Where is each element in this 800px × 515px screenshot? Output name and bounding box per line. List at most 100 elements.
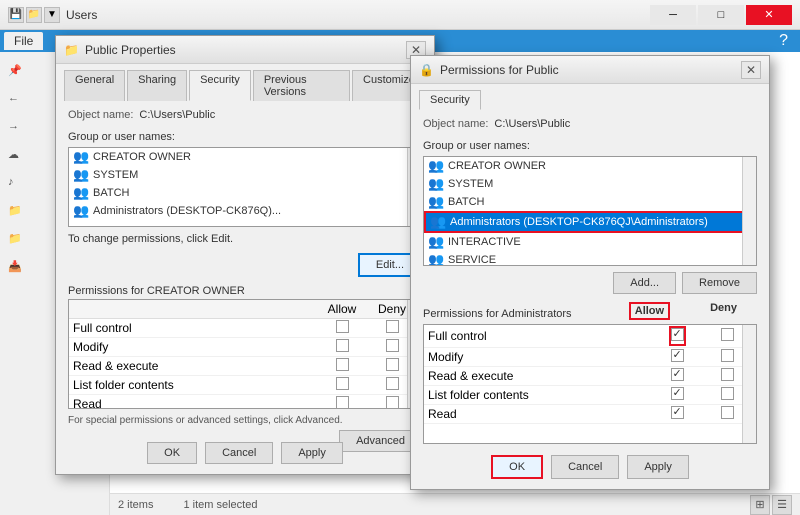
pub-allow-full[interactable] [336, 320, 349, 333]
pub-deny-full[interactable] [386, 320, 399, 333]
perm-cancel-button[interactable]: Cancel [551, 455, 619, 479]
status-items: 2 items [118, 499, 153, 511]
pub-user-system[interactable]: 👥 SYSTEM [69, 166, 421, 184]
pub-perm-full-control: Full control [69, 319, 421, 338]
pub-allow-list[interactable] [336, 377, 349, 390]
perm-deny-read-execute[interactable] [721, 368, 734, 381]
perm-row-modify: Modify [424, 348, 756, 367]
tab-general[interactable]: General [64, 70, 125, 101]
pub-deny-list[interactable] [386, 377, 399, 390]
public-properties-dialog: 📁 Public Properties ✕ General Sharing Se… [55, 35, 435, 475]
perm-user-creator-owner[interactable]: 👥 CREATOR OWNER [424, 157, 756, 175]
pub-change-note: To change permissions, click Edit. [68, 233, 422, 245]
pub-allow-modify[interactable] [336, 339, 349, 352]
user-icon: 👥 [430, 215, 446, 229]
close-button[interactable]: ✕ [746, 5, 792, 25]
pub-ok-button[interactable]: OK [147, 442, 197, 464]
perm-dialog-close[interactable]: ✕ [741, 61, 761, 79]
perm-dialog-title-bar: 🔒 Permissions for Public ✕ [411, 56, 769, 84]
pub-deny-read-execute[interactable] [386, 358, 399, 371]
pub-user-administrators[interactable]: 👥 Administrators (DESKTOP-CK876Q)... [69, 202, 421, 220]
perm-row-read-execute: Read & execute [424, 367, 756, 386]
pub-deny-read[interactable] [386, 396, 399, 409]
pub-object-value: C:\Users\Public [139, 109, 215, 121]
pub-perm-list: List folder contents [69, 376, 421, 395]
perm-user-batch[interactable]: 👥 BATCH [424, 193, 756, 211]
perm-dialog-lock-icon: 🔒 [419, 63, 434, 77]
perm-add-remove-row: Add... Remove [423, 272, 757, 294]
user-icon: 👥 [73, 168, 89, 182]
pub-change-note-text: To change permissions, click Edit. [68, 233, 233, 245]
perm-user-interactive[interactable]: 👥 INTERACTIVE [424, 233, 756, 251]
perm-remove-button[interactable]: Remove [682, 272, 757, 294]
pub-dialog-content: Object name: C:\Users\Public Group or us… [56, 101, 434, 460]
pub-allow-read[interactable] [336, 396, 349, 409]
perm-allow-list[interactable] [671, 387, 684, 400]
pub-user-batch[interactable]: 👥 BATCH [69, 184, 421, 202]
user-icon: 👥 [428, 195, 444, 209]
perm-row-list: List folder contents [424, 386, 756, 405]
user-icon: 👥 [428, 235, 444, 249]
perm-user-administrators[interactable]: 👥 Administrators (DESKTOP-CK876QJ\Admini… [424, 211, 756, 233]
perm-ok-button[interactable]: OK [491, 455, 543, 479]
perm-tab-security[interactable]: Security [419, 90, 481, 110]
perm-perm-scrollbar[interactable] [742, 325, 756, 443]
perm-user-list-scrollbar[interactable] [742, 157, 756, 265]
pub-advanced-note: For special permissions or advanced sett… [68, 415, 422, 426]
perm-user-system[interactable]: 👥 SYSTEM [424, 175, 756, 193]
pub-perm-modify: Modify [69, 338, 421, 357]
perm-user-list[interactable]: 👥 CREATOR OWNER 👥 SYSTEM 👥 BATCH 👥 Admin… [423, 156, 757, 266]
pub-allow-read-execute[interactable] [336, 358, 349, 371]
pub-permissions-label: Permissions for CREATOR OWNER [68, 285, 422, 297]
perm-apply-button[interactable]: Apply [627, 455, 689, 479]
pub-cancel-button[interactable]: Cancel [205, 442, 273, 464]
pub-deny-modify[interactable] [386, 339, 399, 352]
perm-dialog-title: Permissions for Public [440, 63, 559, 77]
toolbar-icon-down[interactable]: ▼ [44, 7, 60, 23]
permissions-dialog: 🔒 Permissions for Public ✕ Security Obje… [410, 55, 770, 490]
perm-deny-full[interactable] [721, 328, 734, 341]
perm-add-button[interactable]: Add... [613, 272, 676, 294]
toolbar-icon-save[interactable]: 💾 [8, 7, 24, 23]
explorer-window: 💾 📁 ▼ Users ─ □ ✕ File ? 📌 ← → ☁ ♪ 📁 📁 📥 [0, 0, 800, 515]
pub-user-creator-owner[interactable]: 👥 CREATOR OWNER [69, 148, 421, 166]
perm-dialog-buttons: OK Cancel Apply [411, 455, 769, 479]
pub-apply-button[interactable]: Apply [281, 442, 343, 464]
view-icon-list[interactable]: ☰ [772, 495, 792, 515]
perm-deny-list[interactable] [721, 387, 734, 400]
help-icon[interactable]: ? [779, 32, 788, 50]
view-icon-grid[interactable]: ⊞ [750, 495, 770, 515]
perm-allow-modify[interactable] [671, 349, 684, 362]
pub-user-system-label: SYSTEM [93, 169, 138, 181]
perm-object-value: C:\Users\Public [494, 118, 570, 130]
perm-row-read: Read [424, 405, 756, 424]
perm-deny-modify[interactable] [721, 349, 734, 362]
perm-row-full-control: Full control [424, 325, 756, 348]
pub-object-label: Object name: [68, 109, 133, 121]
pub-user-list[interactable]: 👥 CREATOR OWNER 👥 SYSTEM 👥 BATCH 👥 Admin… [68, 147, 422, 227]
perm-deny-read[interactable] [721, 406, 734, 419]
minimize-button[interactable]: ─ [650, 5, 696, 25]
tab-security[interactable]: Security [189, 70, 251, 101]
pub-perm-header-allow: Allow [317, 302, 367, 316]
perm-user-service[interactable]: 👥 SERVICE [424, 251, 756, 266]
pub-dialog-buttons: OK Cancel Apply [56, 442, 434, 464]
pub-perm-header-name [73, 302, 317, 316]
toolbar-icon-folder[interactable]: 📁 [26, 7, 42, 23]
pub-user-batch-label: BATCH [93, 187, 129, 199]
pub-dialog-title-bar: 📁 Public Properties ✕ [56, 36, 434, 64]
perm-object-name-row: Object name: C:\Users\Public [423, 118, 757, 130]
pub-user-creator-owner-label: CREATOR OWNER [93, 151, 191, 163]
window-title: Users [66, 8, 97, 22]
file-tab[interactable]: File [4, 32, 43, 50]
user-icon: 👥 [428, 159, 444, 173]
user-icon: 👥 [428, 253, 444, 266]
perm-allow-full[interactable] [671, 328, 684, 341]
pub-group-label: Group or user names: [68, 131, 422, 143]
perm-allow-read[interactable] [671, 406, 684, 419]
maximize-button[interactable]: □ [698, 5, 744, 25]
perm-dialog-content: Object name: C:\Users\Public Group or us… [411, 110, 769, 452]
tab-sharing[interactable]: Sharing [127, 70, 187, 101]
tab-previous-versions[interactable]: Previous Versions [253, 70, 350, 101]
perm-allow-read-execute[interactable] [671, 368, 684, 381]
